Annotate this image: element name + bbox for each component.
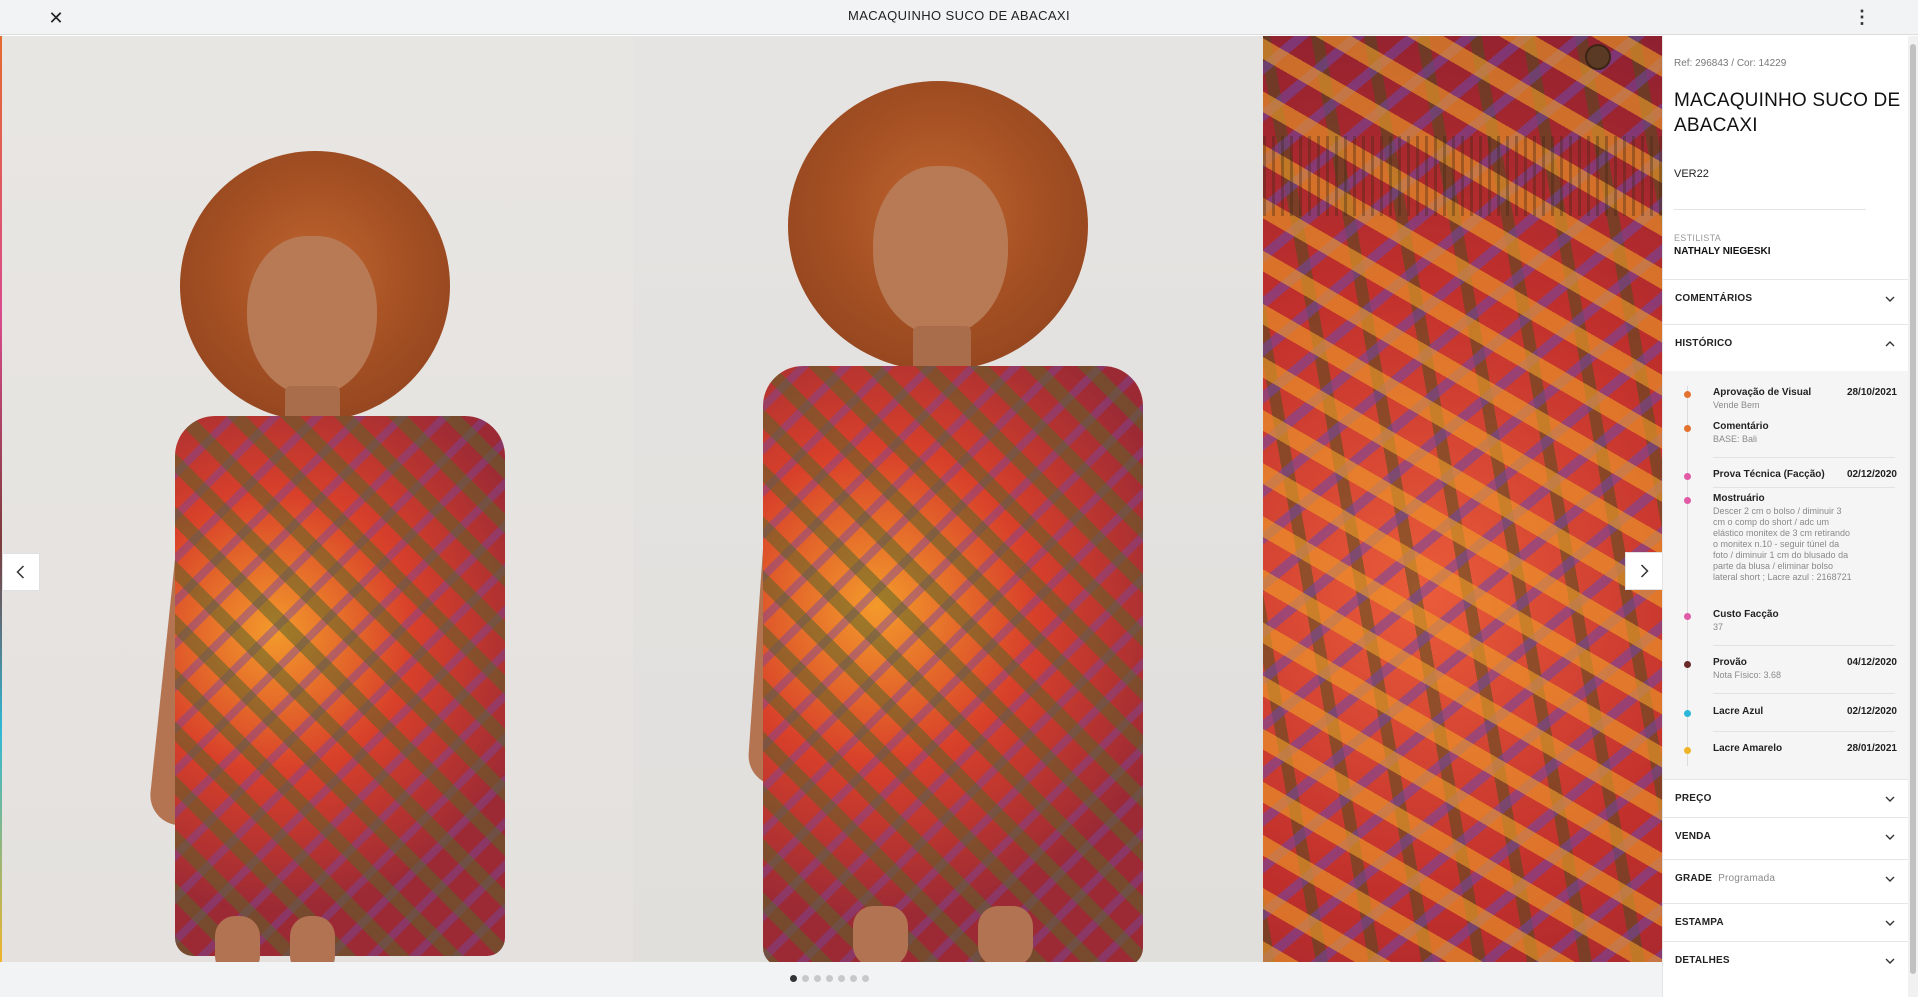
timeline-date: 28/10/2021	[1846, 387, 1897, 398]
more-options-icon[interactable]: ⋮	[1850, 5, 1874, 29]
timeline-title: Lacre Amarelo	[1713, 743, 1783, 754]
photo-face	[873, 166, 1008, 336]
product-photo-front	[0, 36, 633, 962]
timeline-date: 02/12/2020	[1846, 706, 1897, 717]
timeline-title: Mostruário	[1713, 493, 1765, 504]
image-gallery	[0, 36, 1662, 962]
accordion-grid[interactable]: GRADE Programada	[1663, 859, 1908, 897]
accordion-label: DETALHES	[1675, 955, 1730, 966]
timeline-title: Lacre Azul	[1713, 706, 1764, 717]
photo-leg-right	[290, 916, 335, 962]
pagination-dot[interactable]	[838, 975, 845, 982]
chevron-down-icon	[1885, 296, 1895, 302]
pagination-dot[interactable]	[826, 975, 833, 982]
timeline-divider	[1713, 457, 1895, 458]
accordion-print[interactable]: ESTAMPA	[1663, 903, 1908, 941]
next-image-button[interactable]	[1625, 552, 1662, 590]
photo-face	[247, 236, 377, 396]
history-timeline: Aprovação de Visual 28/10/2021 Vende Bem…	[1663, 371, 1908, 779]
status-color-strip	[0, 36, 2, 962]
chevron-left-icon	[16, 565, 25, 579]
stylist-label: ESTILISTA	[1674, 233, 1722, 243]
timeline-title: Aprovação de Visual	[1713, 387, 1812, 398]
timeline-divider	[1713, 693, 1895, 694]
chevron-down-icon	[1885, 920, 1895, 926]
grid-label: GRADE	[1675, 873, 1713, 884]
accordion-label: HISTÓRICO	[1675, 338, 1733, 349]
timeline-bullet	[1684, 473, 1691, 480]
timeline-detail: Nota Físico: 3.68	[1713, 670, 1782, 680]
prev-image-button[interactable]	[2, 553, 40, 591]
pagination-dots	[790, 975, 869, 982]
timeline-detail: BASE: Bali	[1713, 434, 1758, 444]
top-bar: ✕ MACAQUINHO SUCO DE ABACAXI ⋮	[0, 0, 1918, 35]
page-title: MACAQUINHO SUCO DE ABACAXI	[847, 8, 1071, 23]
timeline-line	[1687, 386, 1688, 766]
accordion-details[interactable]: DETALHES	[1663, 941, 1908, 979]
product-photo-front-2	[633, 36, 1263, 962]
scrollbar-thumb[interactable]	[1910, 44, 1916, 974]
timeline-bullet	[1684, 661, 1691, 668]
accordion-comments[interactable]: COMENTÁRIOS	[1663, 279, 1908, 317]
garment-button	[1585, 44, 1611, 70]
timeline-detail: 37	[1713, 622, 1724, 632]
chevron-down-icon	[1885, 876, 1895, 882]
timeline-detail: Vende Bem	[1713, 400, 1760, 410]
pagination-dot[interactable]	[850, 975, 857, 982]
photo-dress	[763, 366, 1143, 962]
gallery-pagination	[0, 962, 1662, 997]
timeline-date: 02/12/2020	[1846, 469, 1897, 480]
timeline-date: 28/01/2021	[1846, 743, 1897, 754]
timeline-title: Comentário	[1713, 421, 1769, 432]
timeline-detail: Descer 2 cm o bolso / diminuir 3 cm o co…	[1713, 506, 1852, 582]
collection-code: VER22	[1674, 168, 1709, 180]
timeline-divider	[1713, 731, 1895, 732]
product-photo-detail	[1263, 36, 1662, 962]
photo-dress	[175, 416, 505, 956]
product-reference: Ref: 296843 / Cor: 14229	[1674, 58, 1787, 69]
accordion-label: GRADE Programada	[1675, 873, 1775, 884]
divider	[1674, 209, 1866, 210]
grid-status: Programada	[1718, 873, 1776, 884]
accordion-label: PREÇO	[1675, 793, 1712, 804]
product-title: MACAQUINHO SUCO DE ABACAXI	[1674, 90, 1901, 136]
chevron-right-icon	[1640, 564, 1649, 578]
timeline-divider	[1713, 487, 1895, 488]
product-details-panel: Ref: 296843 / Cor: 14229 MACAQUINHO SUCO…	[1662, 36, 1908, 997]
timeline-bullet	[1684, 710, 1691, 717]
timeline-bullet	[1684, 613, 1691, 620]
chevron-down-icon	[1885, 796, 1895, 802]
photo-leg-left	[215, 916, 260, 962]
pagination-dot[interactable]	[862, 975, 869, 982]
accordion-history[interactable]: HISTÓRICO	[1663, 324, 1908, 362]
chevron-down-icon	[1885, 834, 1895, 840]
pagination-dot[interactable]	[790, 975, 797, 982]
photo-leg-left	[853, 906, 908, 962]
timeline-title: Provão	[1713, 657, 1747, 668]
stylist-name: NATHALY NIEGESKI	[1674, 246, 1771, 257]
timeline-bullet	[1684, 747, 1691, 754]
accordion-sale[interactable]: VENDA	[1663, 817, 1908, 855]
timeline-title: Prova Técnica (Facção)	[1713, 469, 1825, 480]
timeline-date: 04/12/2020	[1846, 657, 1897, 668]
accordion-label: COMENTÁRIOS	[1675, 293, 1753, 304]
chevron-up-icon	[1885, 341, 1895, 347]
accordion-price[interactable]: PREÇO	[1663, 779, 1908, 817]
accordion-label: ESTAMPA	[1675, 917, 1724, 928]
panel-scrollbar[interactable]	[1908, 36, 1918, 997]
timeline-bullet	[1684, 497, 1691, 504]
pagination-dot[interactable]	[814, 975, 821, 982]
chevron-down-icon	[1885, 958, 1895, 964]
accordion-label: VENDA	[1675, 831, 1712, 842]
timeline-bullet	[1684, 391, 1691, 398]
timeline-title: Custo Facção	[1713, 609, 1779, 620]
photo-leg-right	[978, 906, 1033, 962]
timeline-divider	[1713, 645, 1895, 646]
timeline-bullet	[1684, 425, 1691, 432]
pagination-dot[interactable]	[802, 975, 809, 982]
elastic-waist-detail	[1263, 136, 1662, 216]
